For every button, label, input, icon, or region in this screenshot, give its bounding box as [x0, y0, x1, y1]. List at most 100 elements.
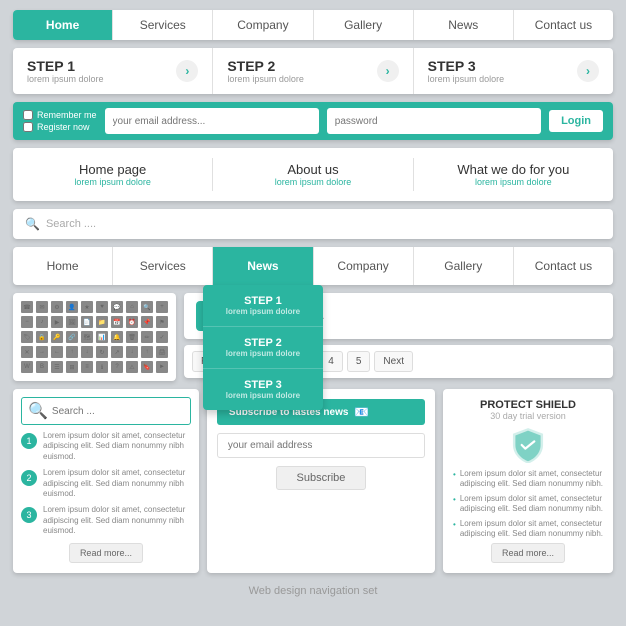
nav1-company[interactable]: Company — [213, 10, 313, 40]
step-2[interactable]: STEP 2 lorem ipsum dolore › — [213, 48, 413, 94]
remember-me-checkbox[interactable] — [23, 110, 33, 120]
info-about: About us lorem ipsum dolore — [213, 158, 413, 191]
list-search-input[interactable] — [52, 406, 184, 417]
news-dropdown: STEP 1 lorem ipsum dolore STEP 2 lorem i… — [203, 285, 323, 410]
icon-warning: ⚠ — [126, 361, 138, 373]
dropdown-step-2[interactable]: STEP 2 lorem ipsum dolore — [203, 327, 323, 369]
icon-video: ▶ — [51, 316, 63, 328]
login-button[interactable]: Login — [549, 110, 603, 132]
list-search[interactable]: 🔍 — [21, 397, 191, 425]
icon-image: 🖼 — [66, 316, 78, 328]
password-input[interactable] — [327, 108, 541, 134]
shield-list: • Lorem ipsum dolor sit amet, consectetu… — [453, 469, 603, 539]
icon-star: ★ — [81, 301, 93, 313]
icon-arrow-down: ↓ — [81, 346, 93, 358]
remember-me-label[interactable]: Remember me — [23, 110, 97, 120]
shield-header: PROTECT SHIELD 30 day trial version — [453, 399, 603, 421]
nav1-gallery[interactable]: Gallery — [314, 10, 414, 40]
step-1[interactable]: STEP 1 lorem ipsum dolore › — [13, 48, 213, 94]
page-5-button[interactable]: 5 — [347, 351, 371, 372]
nav2-gallery[interactable]: Gallery — [414, 247, 514, 285]
icons-grid: ☎ ✉ ⚙ 👤 ★ ♥ 💬 ⌂ 🔍 + − ♪ ▶ 🖼 📄 📁 📅 ⏰ 📌 ⚑ — [21, 301, 168, 373]
icon-arrow-left: ← — [51, 346, 63, 358]
step-1-title: STEP 1 — [27, 58, 104, 74]
icon-share: ↗ — [111, 346, 123, 358]
nav-bar-2-wrapper: Home Services News STEP 1 lorem ipsum do… — [13, 247, 613, 285]
register-now-label[interactable]: Register now — [23, 122, 97, 132]
icon-arrow-right: → — [36, 346, 48, 358]
nav-bar-2: Home Services News STEP 1 lorem ipsum do… — [13, 247, 613, 285]
info-whatwedo-title: What we do for you — [424, 162, 603, 177]
icon-grid: ⊞ — [66, 361, 78, 373]
step-2-sub: lorem ipsum dolore — [227, 74, 304, 84]
shield-title: PROTECT SHIELD — [453, 399, 603, 411]
nav2-news[interactable]: News STEP 1 lorem ipsum dolore STEP 2 lo… — [213, 247, 313, 285]
footer-text: Web design navigation set — [13, 585, 613, 603]
icon-list: ≡ — [81, 361, 93, 373]
icon-link: 🔗 — [66, 331, 78, 343]
list-search-icon: 🔍 — [28, 401, 48, 421]
list-num-1: 1 — [21, 433, 37, 449]
icon-key: 🔑 — [51, 331, 63, 343]
subscribe-email-input[interactable] — [217, 433, 425, 458]
nav1-home[interactable]: Home — [13, 10, 113, 40]
shield-list-item-1: • Lorem ipsum dolor sit amet, consectetu… — [453, 469, 603, 490]
step-3-title: STEP 3 — [428, 58, 505, 74]
nav2-contact[interactable]: Contact us — [514, 247, 613, 285]
register-now-checkbox[interactable] — [23, 122, 33, 132]
shield-list-item-2: • Lorem ipsum dolor sit amet, consectetu… — [453, 494, 603, 515]
icon-chat: 💬 — [111, 301, 123, 313]
nav1-news[interactable]: News — [414, 10, 514, 40]
next-button[interactable]: Next — [374, 351, 413, 372]
icon-tag: 🏷 — [21, 331, 33, 343]
dropdown-step-3[interactable]: STEP 3 lorem ipsum dolore — [203, 369, 323, 410]
nav1-contact[interactable]: Contact us — [514, 10, 613, 40]
nav-bar-1: Home Services Company Gallery News Conta… — [13, 10, 613, 40]
step-1-sub: lorem ipsum dolore — [27, 74, 104, 84]
info-about-sub: lorem ipsum dolore — [223, 177, 402, 187]
step-1-arrow: › — [176, 60, 198, 82]
subscribe-icon: 📧 — [354, 405, 369, 419]
icon-gear: ⚙ — [51, 301, 63, 313]
list-text-3: Lorem ipsum dolor sit amet, consectetur … — [43, 505, 191, 536]
icon-phone: ☎ — [21, 301, 33, 313]
icon-play: ► — [156, 361, 168, 373]
bottom-row: 🔍 1 Lorem ipsum dolor sit amet, consecte… — [13, 389, 613, 573]
icon-x: ✕ — [21, 346, 33, 358]
search-bar-1[interactable]: 🔍 Search .... — [13, 209, 613, 239]
icon-doc: 📄 — [81, 316, 93, 328]
nav2-home[interactable]: Home — [13, 247, 113, 285]
search-placeholder-text: Search .... — [46, 218, 96, 230]
icon-calendar: 📅 — [111, 316, 123, 328]
step-2-arrow: › — [377, 60, 399, 82]
shield-icon-wrap — [453, 427, 603, 463]
icon-heart: ♥ — [96, 301, 108, 313]
nav1-services[interactable]: Services — [113, 10, 213, 40]
email-input[interactable] — [105, 108, 319, 134]
info-home-title: Home page — [23, 162, 202, 177]
icon-user: 👤 — [66, 301, 78, 313]
nav2-services[interactable]: Services — [113, 247, 213, 285]
info-home-sub: lorem ipsum dolore — [23, 177, 202, 187]
icon-edit: ✏ — [141, 331, 153, 343]
subscribe-button[interactable]: Subscribe — [276, 466, 367, 490]
list-item-1: 1 Lorem ipsum dolor sit amet, consectetu… — [21, 431, 191, 462]
shield-read-more-button[interactable]: Read more... — [491, 543, 565, 563]
icon-email: ✉ — [36, 301, 48, 313]
dropdown-step-1[interactable]: STEP 1 lorem ipsum dolore — [203, 285, 323, 327]
nav2-company[interactable]: Company — [314, 247, 414, 285]
list-widget: 🔍 1 Lorem ipsum dolor sit amet, consecte… — [13, 389, 199, 573]
list-read-more-button[interactable]: Read more... — [69, 543, 143, 563]
step-3[interactable]: STEP 3 lorem ipsum dolore › — [414, 48, 613, 94]
shield-bullet-1: • — [453, 470, 456, 480]
shield-bullet-3: • — [453, 520, 456, 530]
icon-upload: ↑ — [141, 346, 153, 358]
icon-sound: ♪ — [36, 316, 48, 328]
icon-home: ⌂ — [126, 301, 138, 313]
icon-folder: 📁 — [96, 316, 108, 328]
main-container: Home Services Company Gallery News Conta… — [13, 10, 613, 603]
icon-plus: + — [156, 301, 168, 313]
info-home: Home page lorem ipsum dolore — [13, 158, 213, 191]
icon-refresh: ↻ — [96, 346, 108, 358]
icon-bell: 🔔 — [111, 331, 123, 343]
